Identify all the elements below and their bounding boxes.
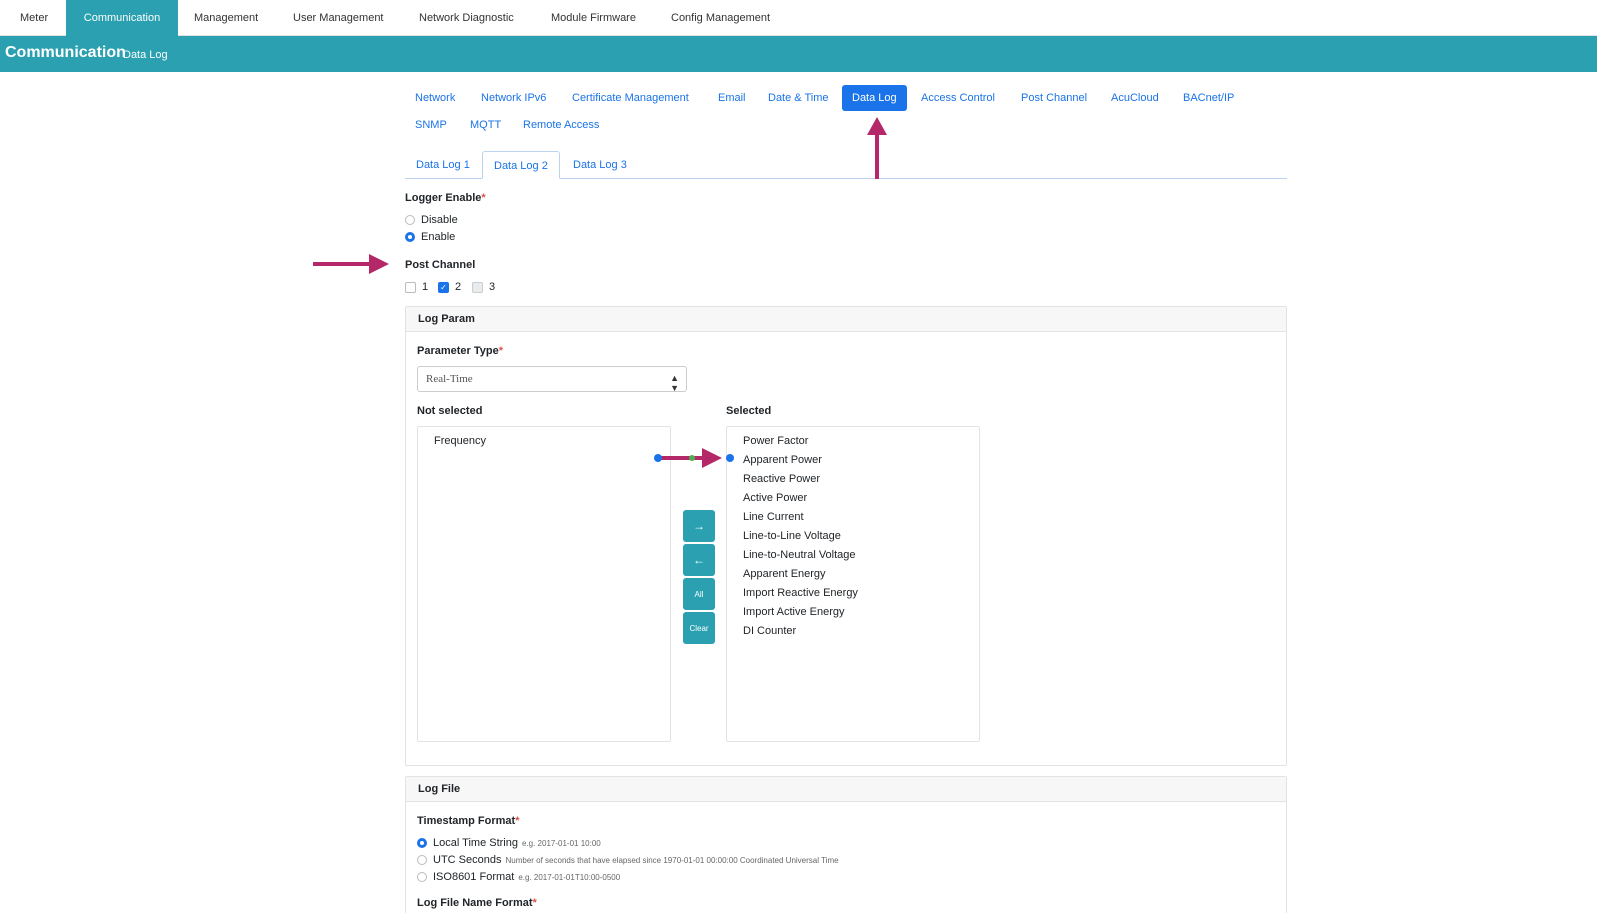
subtab-network[interactable]: Network xyxy=(405,85,465,111)
subtab-acucloud[interactable]: AcuCloud xyxy=(1101,85,1169,111)
log-tab-3[interactable]: Data Log 3 xyxy=(562,151,638,179)
radio-enable[interactable] xyxy=(405,232,415,242)
selected-list[interactable]: Power Factor Apparent Power Reactive Pow… xyxy=(726,426,980,742)
radio-utc-seconds[interactable] xyxy=(417,855,427,865)
log-tab-1[interactable]: Data Log 1 xyxy=(405,151,481,179)
timestamp-format-label: Timestamp Format* xyxy=(417,815,520,827)
subtab-email[interactable]: Email xyxy=(708,85,756,111)
annotation-arrow-right-list xyxy=(654,448,734,468)
format-iso8601-option[interactable]: ISO8601 Format e.g. 2017-01-01T10:00-0500 xyxy=(417,871,620,883)
move-right-button[interactable]: → xyxy=(683,510,715,542)
list-item[interactable]: Reactive Power xyxy=(727,470,979,489)
subtab-bacnet-ip[interactable]: BACnet/IP xyxy=(1173,85,1244,111)
log-param-header: Log Param xyxy=(406,307,1286,332)
subtab-post-channel[interactable]: Post Channel xyxy=(1011,85,1097,111)
move-left-button[interactable]: ← xyxy=(683,544,715,576)
subtab-mqtt[interactable]: MQTT xyxy=(460,112,511,138)
format-utc-seconds-option[interactable]: UTC Seconds Number of seconds that have e… xyxy=(417,854,839,866)
top-tab-module-firmware[interactable]: Module Firmware xyxy=(535,0,652,36)
list-item[interactable]: Apparent Energy xyxy=(727,565,979,584)
list-item[interactable]: Import Reactive Energy xyxy=(727,584,979,603)
page-title: Communication xyxy=(5,44,126,61)
arrow-left-icon: ← xyxy=(693,553,705,567)
subtab-certificate-management[interactable]: Certificate Management xyxy=(562,85,699,111)
list-item[interactable]: Frequency xyxy=(418,432,670,451)
log-file-header: Log File xyxy=(406,777,1286,802)
radio-iso8601[interactable] xyxy=(417,872,427,882)
checkbox-channel-3[interactable] xyxy=(472,281,483,293)
checkbox-channel-1[interactable] xyxy=(405,281,416,293)
file-name-format-label: Log File Name Format* xyxy=(417,897,537,909)
selected-label: Selected xyxy=(726,405,772,417)
parameter-type-label: Parameter Type* xyxy=(417,345,504,357)
list-item[interactable]: Line Current xyxy=(727,508,979,527)
annotation-arrow-up xyxy=(867,117,887,179)
logger-enable-option[interactable]: Enable xyxy=(405,231,455,243)
list-item[interactable]: Active Power xyxy=(727,489,979,508)
not-selected-list[interactable]: Frequency xyxy=(417,426,671,742)
top-tab-meter[interactable]: Meter xyxy=(4,0,64,36)
top-tab-user-management[interactable]: User Management xyxy=(277,0,400,36)
subtab-access-control[interactable]: Access Control xyxy=(911,85,1005,111)
parameter-type-select[interactable]: Real-Time ▲ ▼ xyxy=(417,366,687,393)
top-tab-communication[interactable]: Communication xyxy=(66,0,178,36)
list-item[interactable]: Line-to-Neutral Voltage xyxy=(727,546,979,565)
radio-local-time[interactable] xyxy=(417,838,427,848)
not-selected-label: Not selected xyxy=(417,405,483,417)
arrow-right-icon: → xyxy=(693,519,705,533)
page-subtitle: Data Log xyxy=(123,49,168,61)
list-item[interactable]: Import Active Energy xyxy=(727,603,979,622)
subtab-snmp[interactable]: SNMP xyxy=(405,112,457,138)
subtab-data-log[interactable]: Data Log xyxy=(842,85,907,111)
post-channel-label: Post Channel xyxy=(405,259,476,271)
logger-enable-label: Logger Enable* xyxy=(405,192,486,204)
subtab-remote-access[interactable]: Remote Access xyxy=(513,112,609,138)
subtab-network-ipv6[interactable]: Network IPv6 xyxy=(471,85,556,111)
top-tab-config-management[interactable]: Config Management xyxy=(655,0,786,36)
post-channel-2[interactable]: ✓ 2 xyxy=(438,281,461,293)
page-banner: Communication Data Log xyxy=(0,36,1597,72)
top-navigation: Meter Communication Management User Mana… xyxy=(0,0,1597,36)
subtab-date-time[interactable]: Date & Time xyxy=(758,85,839,111)
list-item[interactable]: Line-to-Line Voltage xyxy=(727,527,979,546)
post-channel-1[interactable]: 1 xyxy=(405,281,428,293)
list-item[interactable]: DI Counter xyxy=(727,622,979,641)
format-local-time-option[interactable]: Local Time String e.g. 2017-01-01 10:00 xyxy=(417,837,601,849)
radio-disable[interactable] xyxy=(405,215,415,225)
post-channel-3[interactable]: 3 xyxy=(472,281,495,293)
top-tab-management[interactable]: Management xyxy=(178,0,274,36)
annotation-arrow-right-post-channel xyxy=(313,254,389,274)
logger-disable-option[interactable]: Disable xyxy=(405,214,458,226)
list-item[interactable]: Power Factor xyxy=(727,432,979,451)
log-tab-2[interactable]: Data Log 2 xyxy=(482,151,560,179)
top-tab-network-diagnostic[interactable]: Network Diagnostic xyxy=(403,0,530,36)
select-all-button[interactable]: All xyxy=(683,578,715,610)
clear-button[interactable]: Clear xyxy=(683,612,715,644)
select-caret-icon: ▲ ▼ xyxy=(670,373,679,393)
list-item[interactable]: Apparent Power xyxy=(727,451,979,470)
checkbox-channel-2[interactable]: ✓ xyxy=(438,281,449,293)
